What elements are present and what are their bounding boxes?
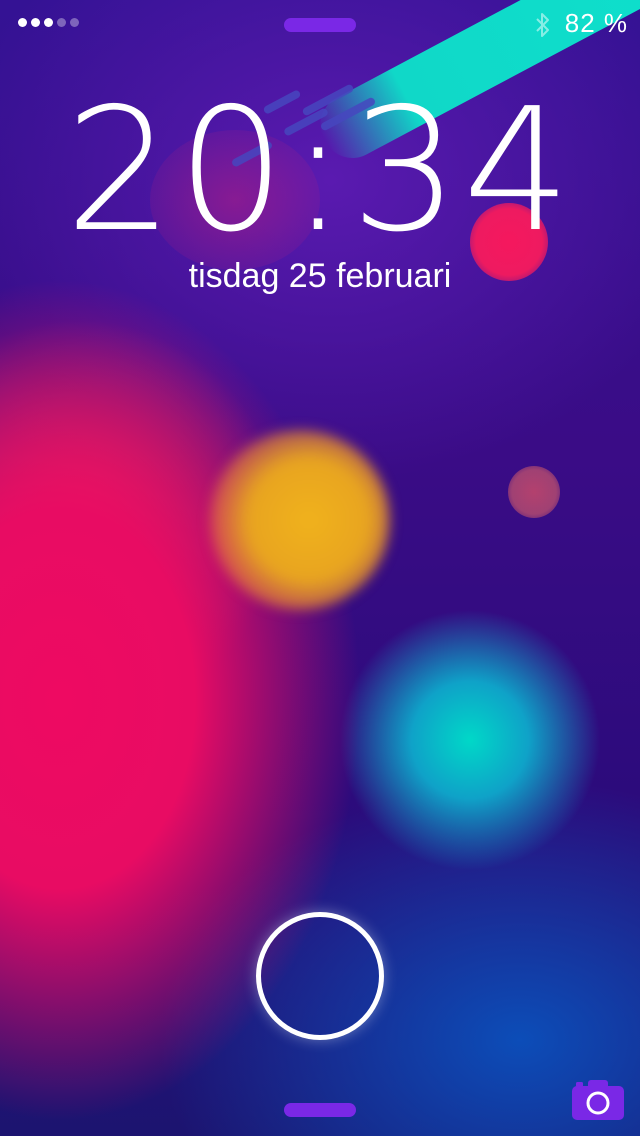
signal-dot <box>31 18 40 27</box>
unlock-ring[interactable] <box>256 912 384 1040</box>
signal-strength-icon <box>18 18 79 27</box>
camera-icon[interactable] <box>570 1078 626 1122</box>
signal-dot <box>57 18 66 27</box>
notification-center-grabber[interactable] <box>284 18 356 32</box>
lock-screen-date: tisdag 25 februari <box>188 257 452 295</box>
bluetooth-icon <box>536 13 549 37</box>
lock-screen-time: 20:34 <box>65 72 575 270</box>
wallpaper-small-dot <box>508 466 560 518</box>
signal-dot <box>70 18 79 27</box>
control-center-grabber[interactable] <box>284 1103 356 1117</box>
signal-dot <box>44 18 53 27</box>
wallpaper-yellow-blob <box>210 430 390 610</box>
lock-screen: 82 % 20:34 tisdag 25 februari <box>0 0 640 1136</box>
signal-dot <box>18 18 27 27</box>
battery-percentage: 82 % <box>564 8 628 38</box>
status-bar: 82 % <box>0 0 640 44</box>
